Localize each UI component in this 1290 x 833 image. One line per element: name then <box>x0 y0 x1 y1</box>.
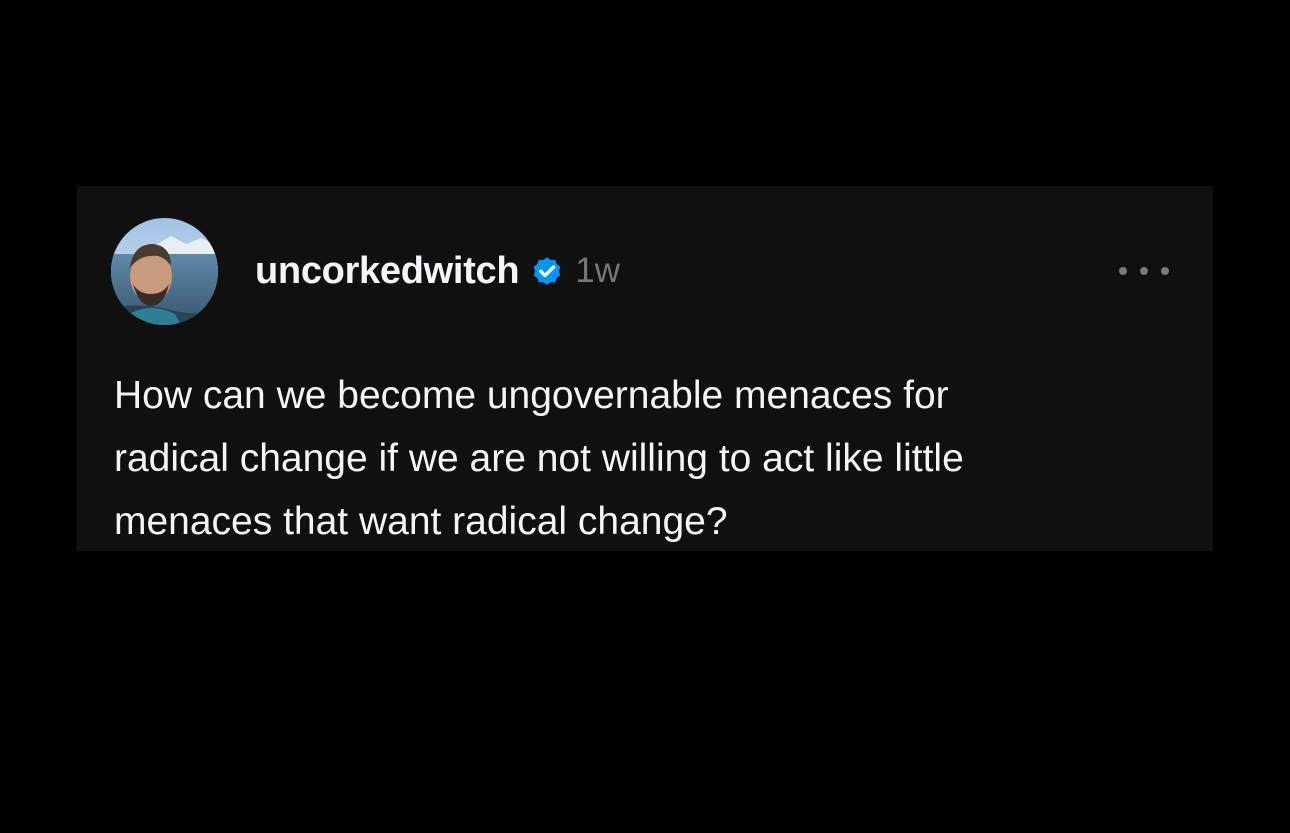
post-text-line: radical change if we are not willing to … <box>114 437 964 480</box>
avatar[interactable] <box>111 218 218 325</box>
more-dot <box>1140 267 1148 275</box>
username[interactable]: uncorkedwitch <box>255 250 520 293</box>
post-timestamp: 1w <box>575 251 621 290</box>
post-header: uncorkedwitch 1w <box>255 246 620 296</box>
post-card: uncorkedwitch 1w How can we become ungov… <box>77 186 1213 551</box>
more-options-icon[interactable] <box>1119 258 1169 284</box>
verified-badge-icon <box>530 254 564 288</box>
post-text-line: How can we become ungovernable menaces f… <box>114 374 949 417</box>
post-text: How can we become ungovernable menaces f… <box>114 364 1174 553</box>
avatar-photo <box>111 218 218 325</box>
post-text-line: menaces that want radical change? <box>114 500 728 543</box>
more-dot <box>1119 267 1127 275</box>
more-dot <box>1161 267 1169 275</box>
